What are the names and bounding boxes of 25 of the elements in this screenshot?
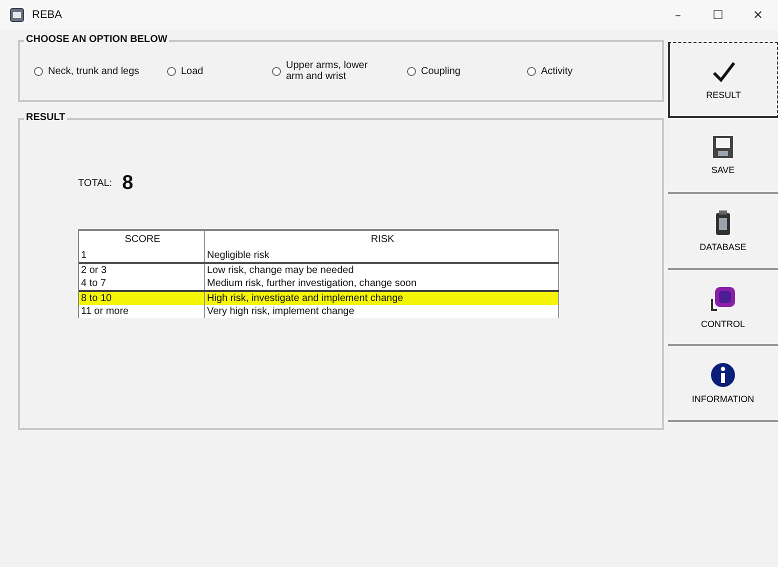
cube-icon [709, 285, 737, 313]
radio-option[interactable]: Neck, trunk and legs [34, 66, 167, 76]
close-button[interactable]: ✕ [738, 0, 778, 30]
table-row[interactable]: 1 Negligible risk [79, 249, 559, 264]
group-title: CHOOSE AN OPTION BELOW [24, 34, 170, 45]
radio-option[interactable]: Activity [527, 66, 573, 76]
radio-option[interactable]: Load [167, 66, 272, 76]
radio-option[interactable]: Coupling [407, 66, 527, 76]
info-icon [710, 362, 736, 388]
column-header: SCORE [79, 231, 205, 249]
total-value: 8 [122, 172, 134, 195]
total-label: TOTAL: [78, 178, 112, 189]
table-row[interactable]: 11 or more Very high risk, implement change [79, 305, 559, 318]
app-icon [10, 8, 24, 22]
check-icon [710, 60, 736, 84]
table-row[interactable]: 2 or 3 Low risk, change may be needed [79, 264, 559, 277]
minimize-button[interactable]: – [658, 0, 698, 30]
side-button[interactable]: RESULT [668, 42, 778, 118]
group-title: RESULT [24, 112, 68, 123]
clipboard-icon [715, 210, 731, 236]
radio-option[interactable]: Upper arms, lower arm and wrist [272, 60, 407, 82]
column-header: RISK [205, 231, 559, 249]
maximize-button[interactable]: ☐ [698, 0, 738, 30]
table-row[interactable]: 8 to 10 High risk, investigate and implement change [79, 290, 559, 305]
window-title: REBA [32, 9, 62, 21]
